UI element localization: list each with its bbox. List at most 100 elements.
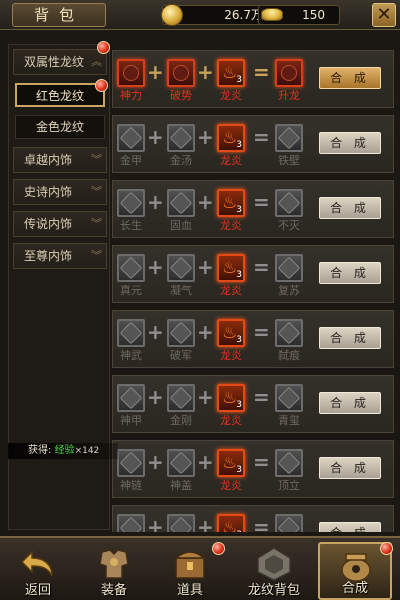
- sidebar-category-dual-attribute[interactable]: 双属性龙纹 ︽: [13, 49, 107, 75]
- material-slot[interactable]: [117, 384, 145, 412]
- dragon-fire-slot[interactable]: ♨3: [217, 514, 245, 532]
- bottom-nav: 返回 装备 道具 龙纹背包 合成: [0, 536, 400, 600]
- synthesize-button[interactable]: 合 成: [319, 197, 381, 219]
- material-slot[interactable]: [117, 189, 145, 217]
- synthesize-button[interactable]: 合 成: [319, 262, 381, 284]
- gold-coin-icon: [161, 4, 183, 26]
- plus-sign: +: [147, 385, 164, 409]
- rune-icon: [119, 126, 143, 150]
- equals-sign: =: [253, 385, 270, 409]
- sidebar-category-epic[interactable]: 史诗内饰 ︾: [13, 179, 107, 205]
- fire-count: 3: [236, 75, 242, 85]
- slot-label: 龙炎: [220, 414, 242, 427]
- equals-sign: =: [253, 450, 270, 474]
- dragon-bag-icon: [257, 547, 291, 581]
- slot-label: 青玺: [278, 414, 300, 427]
- rune-icon: [169, 451, 193, 475]
- sidebar-subitem-red-dragon[interactable]: 红色龙纹: [15, 83, 105, 107]
- ingot-value: 150: [302, 8, 325, 22]
- slot-label: 铁壁: [278, 154, 300, 167]
- dragon-fire-slot[interactable]: ♨3: [217, 124, 245, 152]
- result-slot[interactable]: [275, 514, 303, 532]
- sidebar-category-legend[interactable]: 传说内饰 ︾: [13, 211, 107, 237]
- flame-icon: ♨: [222, 323, 238, 343]
- material-slot[interactable]: [167, 59, 195, 87]
- synthesize-button[interactable]: 合 成: [319, 392, 381, 414]
- dragon-fire-slot[interactable]: ♨3: [217, 384, 245, 412]
- material-slot[interactable]: [117, 514, 145, 532]
- result-slot[interactable]: [275, 319, 303, 347]
- fire-count: 3: [236, 335, 242, 345]
- rune-icon: [277, 256, 301, 280]
- material-slot[interactable]: [167, 384, 195, 412]
- nav-back-button[interactable]: 返回: [4, 542, 72, 600]
- equals-sign: =: [253, 125, 270, 149]
- sidebar-category-supreme[interactable]: 至尊内饰 ︾: [13, 243, 107, 269]
- material-slot[interactable]: [117, 254, 145, 282]
- synthesize-button[interactable]: 合 成: [319, 67, 381, 89]
- close-button[interactable]: ✕: [372, 3, 396, 27]
- material-slot[interactable]: [167, 514, 195, 532]
- slot-label: 破军: [170, 349, 192, 362]
- recipe-list[interactable]: 神力 破势 ♨ 3 龙炎 升龙 + + = 合 成金甲 金汤 ♨ 3 龙炎 铁壁 + + = 合 成长生 固血 ♨ 3 龙炎…: [112, 44, 394, 532]
- rune-icon: [119, 386, 143, 410]
- slot-label: 神链: [120, 479, 142, 492]
- synthesize-button[interactable]: 合 成: [319, 457, 381, 479]
- material-slot[interactable]: [167, 124, 195, 152]
- reward-toast: 获得: 经验×142: [8, 443, 118, 459]
- material-slot[interactable]: [117, 59, 145, 87]
- plus-sign: +: [197, 125, 214, 149]
- recipe-row: 长生 固血 ♨ 3 龙炎 不灭 + + = 合 成: [112, 180, 394, 238]
- rune-icon: [169, 321, 193, 345]
- slot-label: 龙炎: [220, 284, 242, 297]
- nav-label: 合成: [341, 581, 368, 596]
- dragon-fire-slot[interactable]: ♨3: [217, 449, 245, 477]
- nav-dragon-bag-button[interactable]: 龙纹背包: [236, 542, 312, 600]
- rune-icon: [277, 321, 301, 345]
- plus-sign: +: [147, 255, 164, 279]
- material-slot[interactable]: [167, 319, 195, 347]
- slot-label: 凝气: [170, 284, 192, 297]
- nav-label: 装备: [100, 583, 127, 598]
- result-slot[interactable]: [275, 449, 303, 477]
- result-slot[interactable]: [275, 59, 303, 87]
- rune-icon: [277, 386, 301, 410]
- result-slot[interactable]: [275, 254, 303, 282]
- result-slot[interactable]: [275, 384, 303, 412]
- nav-label: 返回: [24, 583, 51, 598]
- dragon-fire-slot[interactable]: ♨3: [217, 189, 245, 217]
- nav-label: 龙纹背包: [247, 583, 300, 598]
- plus-sign: +: [147, 450, 164, 474]
- armor-icon: [99, 549, 129, 579]
- chevron-down-icon: ︾: [91, 249, 102, 262]
- dragon-fire-slot[interactable]: ♨3: [217, 254, 245, 282]
- slot-label: 龙炎: [220, 154, 242, 167]
- dragon-fire-slot[interactable]: ♨3: [217, 59, 245, 87]
- material-slot[interactable]: [117, 449, 145, 477]
- page-title: 背包: [12, 3, 106, 27]
- nav-equipment-button[interactable]: 装备: [80, 542, 148, 600]
- fire-count: 3: [236, 400, 242, 410]
- sidebar-subitem-gold-dragon[interactable]: 金色龙纹: [15, 115, 105, 139]
- slot-label: 金刚: [170, 414, 192, 427]
- material-slot[interactable]: [117, 124, 145, 152]
- synthesize-button[interactable]: 合 成: [319, 522, 381, 532]
- result-slot[interactable]: [275, 124, 303, 152]
- result-slot[interactable]: [275, 189, 303, 217]
- material-slot[interactable]: [167, 449, 195, 477]
- slot-label: 升龙: [278, 89, 300, 102]
- slot-label: 龙炎: [220, 479, 242, 492]
- reward-exp: 经验: [54, 445, 75, 456]
- dragon-fire-slot[interactable]: ♨3: [217, 319, 245, 347]
- fire-count: 3: [236, 465, 242, 475]
- plus-sign: +: [147, 515, 164, 532]
- synthesize-button[interactable]: 合 成: [319, 327, 381, 349]
- material-slot[interactable]: [167, 254, 195, 282]
- material-slot[interactable]: [167, 189, 195, 217]
- sidebar-category-excellent[interactable]: 卓越内饰 ︾: [13, 147, 107, 173]
- nav-label: 道具: [176, 583, 203, 598]
- flame-icon: ♨: [222, 453, 238, 473]
- recipe-row: 神链 神盖 ♨ 3 龙炎 顶立 + + = 合 成: [112, 440, 394, 498]
- synthesize-button[interactable]: 合 成: [319, 132, 381, 154]
- material-slot[interactable]: [117, 319, 145, 347]
